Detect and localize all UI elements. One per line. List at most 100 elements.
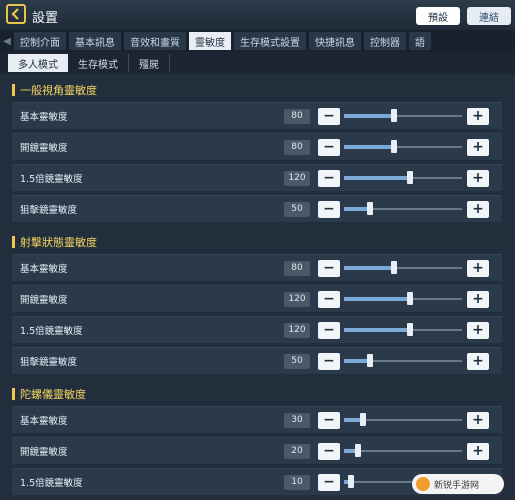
top-bar: 設置 預設 連結 — [0, 0, 515, 30]
section-header: 射擊狀態靈敏度 — [12, 232, 502, 252]
decrease-button[interactable]: − — [318, 290, 340, 308]
slider-knob[interactable] — [348, 475, 355, 488]
section-accent — [12, 388, 15, 400]
setting-value: 20 — [284, 443, 310, 459]
setting-value: 50 — [284, 201, 310, 217]
setting-label: 1.5倍鏡靈敏度 — [20, 174, 83, 185]
subtab-0[interactable]: 多人模式 — [8, 54, 68, 72]
section-header: 陀螺儀靈敏度 — [12, 384, 502, 404]
slider-knob[interactable] — [390, 140, 397, 153]
setting-label: 基本靈敏度 — [20, 416, 68, 427]
setting-label: 基本靈敏度 — [20, 112, 68, 123]
slider-track[interactable] — [344, 450, 462, 452]
tab-7[interactable]: 語 — [409, 32, 431, 50]
setting-label: 狙擊鏡靈敏度 — [20, 357, 78, 368]
settings-tabs: ◀ 控制介面 基本訊息 音效和畫質 靈敏度 生存模式設置 快捷訊息 控制器語 — [0, 30, 515, 52]
slider-knob[interactable] — [390, 261, 397, 274]
sensitivity-row: 1.5倍鏡靈敏度 120− + — [12, 316, 502, 343]
setting-value: 10 — [284, 474, 310, 490]
section-title: 一般視角靈敏度 — [20, 84, 97, 97]
slider-knob[interactable] — [390, 109, 397, 122]
increase-button[interactable]: + — [467, 411, 489, 429]
decrease-button[interactable]: − — [318, 200, 340, 218]
sensitivity-row: 開鏡靈敏度 80− + — [12, 133, 502, 160]
increase-button[interactable]: + — [467, 259, 489, 277]
page-title: 設置 — [32, 11, 59, 26]
sensitivity-row: 開鏡靈敏度 120− + — [12, 285, 502, 312]
chevron-left-icon — [11, 8, 19, 20]
tabs-left-arrow-icon[interactable]: ◀ — [0, 30, 14, 52]
watermark: 新锐手游网 — [412, 474, 504, 494]
setting-value: 80 — [284, 260, 310, 276]
slider-fill — [344, 176, 411, 180]
slider-knob[interactable] — [359, 413, 366, 426]
slider-knob[interactable] — [355, 444, 362, 457]
tab-0[interactable]: 控制介面 — [14, 32, 66, 50]
setting-label: 狙擊鏡靈敏度 — [20, 205, 78, 216]
increase-button[interactable]: + — [467, 138, 489, 156]
tab-2[interactable]: 音效和畫質 — [124, 32, 186, 50]
tab-3[interactable]: 靈敏度 — [189, 32, 231, 50]
sensitivity-row: 1.5倍鏡靈敏度 120− + — [12, 164, 502, 191]
increase-button[interactable]: + — [467, 169, 489, 187]
slider-knob[interactable] — [366, 354, 373, 367]
tab-6[interactable]: 控制器 — [364, 32, 406, 50]
slider-knob[interactable] — [407, 323, 414, 336]
watermark-logo-icon — [416, 477, 430, 491]
connect-button[interactable]: 連結 — [467, 7, 511, 25]
slider-fill — [344, 266, 394, 270]
setting-value: 120 — [284, 291, 310, 307]
tab-1[interactable]: 基本訊息 — [69, 32, 121, 50]
setting-label: 1.5倍鏡靈敏度 — [20, 326, 83, 337]
setting-value: 120 — [284, 322, 310, 338]
tab-5[interactable]: 快捷訊息 — [309, 32, 361, 50]
preset-button[interactable]: 預設 — [416, 7, 460, 25]
increase-button[interactable]: + — [467, 321, 489, 339]
back-button[interactable] — [6, 4, 26, 24]
increase-button[interactable]: + — [467, 290, 489, 308]
decrease-button[interactable]: − — [318, 138, 340, 156]
decrease-button[interactable]: − — [318, 352, 340, 370]
decrease-button[interactable]: − — [318, 321, 340, 339]
section-header: 一般視角靈敏度 — [12, 80, 502, 100]
increase-button[interactable]: + — [467, 442, 489, 460]
setting-value: 50 — [284, 353, 310, 369]
setting-value: 30 — [284, 412, 310, 428]
section-title: 射擊狀態靈敏度 — [20, 236, 97, 249]
watermark-text: 新锐手游网 — [434, 480, 480, 491]
subtab-1[interactable]: 生存模式 — [68, 54, 129, 72]
slider-knob[interactable] — [366, 202, 373, 215]
sensitivity-row: 狙擊鏡靈敏度 50− + — [12, 347, 502, 374]
increase-button[interactable]: + — [467, 200, 489, 218]
decrease-button[interactable]: − — [318, 169, 340, 187]
setting-label: 開鏡靈敏度 — [20, 295, 68, 306]
sensitivity-row: 狙擊鏡靈敏度 50− + — [12, 195, 502, 222]
slider-fill — [344, 145, 394, 149]
increase-button[interactable]: + — [467, 107, 489, 125]
mode-subtabs: 多人模式 生存模式 殭屍 — [0, 52, 515, 74]
slider-knob[interactable] — [407, 171, 414, 184]
setting-value: 120 — [284, 170, 310, 186]
setting-label: 開鏡靈敏度 — [20, 143, 68, 154]
slider-knob[interactable] — [407, 292, 414, 305]
setting-value: 80 — [284, 139, 310, 155]
decrease-button[interactable]: − — [318, 411, 340, 429]
section-accent — [12, 236, 15, 248]
setting-label: 基本靈敏度 — [20, 264, 68, 275]
section-accent — [12, 84, 15, 96]
slider-fill — [344, 114, 394, 118]
sensitivity-row: 開鏡靈敏度 20− + — [12, 437, 502, 464]
decrease-button[interactable]: − — [318, 473, 340, 491]
subtab-2[interactable]: 殭屍 — [129, 54, 170, 72]
sensitivity-panel: 一般視角靈敏度 基本靈敏度 80− + 開鏡靈敏度 80− +1.5倍鏡靈敏度 120− + 狙擊… — [0, 74, 515, 500]
slider-fill — [344, 328, 411, 332]
decrease-button[interactable]: − — [318, 107, 340, 125]
decrease-button[interactable]: − — [318, 259, 340, 277]
sensitivity-row: 基本靈敏度 80− + — [12, 254, 502, 281]
sensitivity-row: 基本靈敏度 80− + — [12, 102, 502, 129]
setting-label: 1.5倍鏡靈敏度 — [20, 478, 83, 489]
sensitivity-row: 基本靈敏度 30− + — [12, 406, 502, 433]
increase-button[interactable]: + — [467, 352, 489, 370]
decrease-button[interactable]: − — [318, 442, 340, 460]
tab-4[interactable]: 生存模式設置 — [234, 32, 306, 50]
